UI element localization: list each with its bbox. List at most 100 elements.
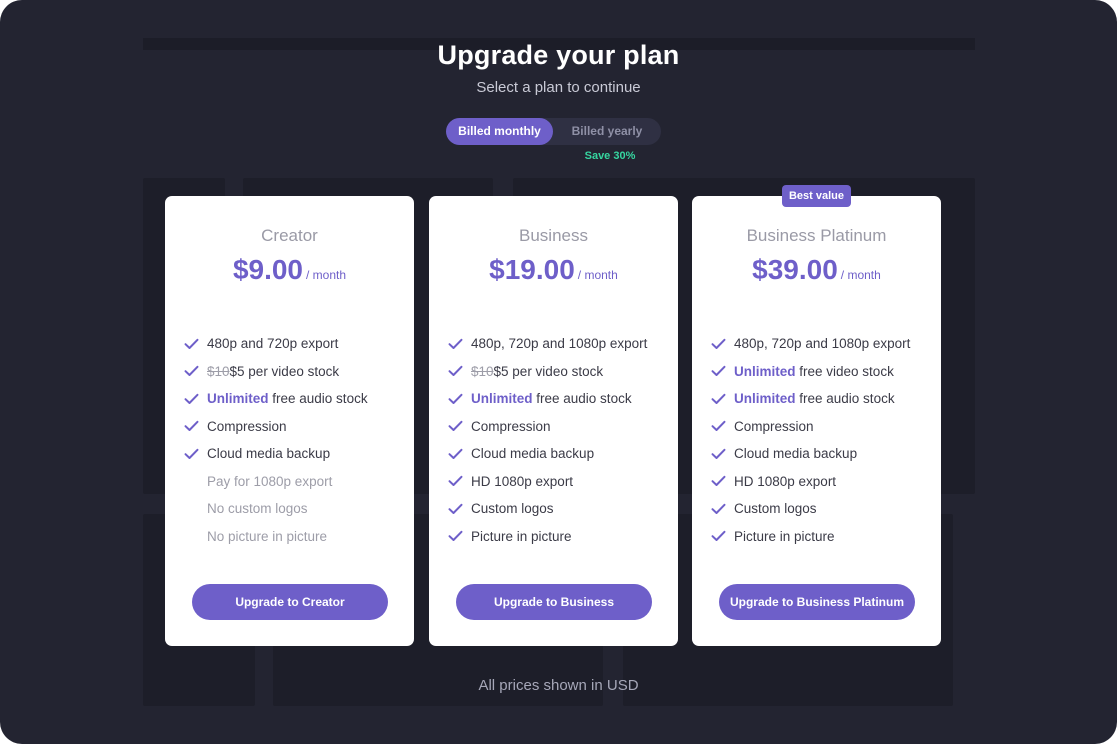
feature-text: free audio stock [532,391,632,407]
feature-item: Custom logos [710,495,935,523]
feature-item: 480p and 720p export [183,330,408,358]
best-value-badge: Best value [782,185,851,207]
feature-item: No picture in picture [183,523,408,551]
feature-text: No picture in picture [207,528,328,544]
feature-item: Compression [447,413,672,441]
feature-text: Compression [207,418,287,434]
check-icon [183,529,199,543]
check-icon [710,364,726,378]
feature-item: Picture in picture [710,523,935,551]
check-icon [447,447,463,461]
feature-item: Compression [710,413,935,441]
upgrade-to-business-button[interactable]: Upgrade to Business [456,584,652,620]
feature-text: Cloud media backup [207,446,331,462]
price-amount: $39.00 [752,254,838,285]
check-icon [710,474,726,488]
feature-item: Compression [183,413,408,441]
check-icon [183,447,199,461]
feature-text: Cloud media backup [471,446,595,462]
check-icon [447,392,463,406]
page-title: Upgrade your plan [437,40,680,70]
plan-name: Business Platinum [746,226,887,245]
plan-price: $9.00/ month [165,254,414,286]
feature-text: 480p and 720p export [207,336,339,352]
price-period: / month [577,268,618,282]
feature-text: Compression [471,418,551,434]
check-icon [183,502,199,516]
original-price: $10 [471,363,494,379]
feature-list: 480p and 720p export $10 $5 per video stoc… [183,330,408,550]
price-amount: $9.00 [232,254,304,285]
feature-item: $10 $5 per video stock [447,358,672,386]
feature-item: Custom logos [447,495,672,523]
feature-highlight: Unlimited [734,363,796,379]
check-icon [447,364,463,378]
feature-highlight: Unlimited [471,391,533,407]
feature-item: Unlimited free video stock [710,358,935,386]
feature-item: Cloud media backup [183,440,408,468]
upgrade-modal: Upgrade your plan Select a plan to conti… [0,0,1117,744]
check-icon [183,364,199,378]
check-icon [447,502,463,516]
feature-item: Picture in picture [447,523,672,551]
feature-item: $10 $5 per video stock [183,358,408,386]
feature-text: $5 per video stock [493,363,604,379]
save-note: Save 30% [584,150,636,162]
check-icon [710,447,726,461]
check-icon [710,419,726,433]
price-period: / month [306,268,347,282]
check-icon [710,392,726,406]
feature-text: free video stock [795,363,894,379]
check-icon [710,502,726,516]
check-icon [447,529,463,543]
check-icon [183,392,199,406]
feature-text: Picture in picture [471,528,572,544]
price-period: / month [840,268,881,282]
check-icon [183,474,199,488]
feature-text: Custom logos [734,501,817,517]
plan-name: Business [519,226,588,245]
plan-card-business: Business $19.00/ month 480p, 720p and 10… [429,196,678,646]
billed-monthly-option[interactable]: Billed monthly [446,118,553,145]
feature-item: Cloud media backup [447,440,672,468]
feature-item: Unlimited free audio stock [183,385,408,413]
plan-price: $19.00/ month [429,254,678,286]
feature-list: 480p, 720p and 1080p export Unlimited fre… [710,330,935,550]
currency-note: All prices shown in USD [478,677,639,694]
upgrade-to-creator-button[interactable]: Upgrade to Creator [192,584,388,620]
feature-text: 480p, 720p and 1080p export [734,336,911,352]
feature-item: 480p, 720p and 1080p export [447,330,672,358]
plan-card-creator: Creator $9.00/ month 480p and 720p expor… [165,196,414,646]
feature-text: 480p, 720p and 1080p export [471,336,648,352]
check-icon [183,337,199,351]
feature-text: No custom logos [207,501,308,517]
feature-text: Pay for 1080p export [207,473,333,489]
original-price: $10 [207,363,230,379]
feature-text: HD 1080p export [471,473,574,489]
plan-name: Creator [261,226,318,245]
feature-text: Custom logos [471,501,554,517]
feature-item: HD 1080p export [447,468,672,496]
page-subtitle: Select a plan to continue [476,79,641,96]
billed-yearly-option[interactable]: Billed yearly [553,118,661,145]
price-amount: $19.00 [489,254,575,285]
feature-item: 480p, 720p and 1080p export [710,330,935,358]
feature-item: Unlimited free audio stock [710,385,935,413]
feature-item: HD 1080p export [710,468,935,496]
check-icon [710,337,726,351]
feature-text: Picture in picture [734,528,835,544]
check-icon [447,419,463,433]
feature-text: $5 per video stock [229,363,340,379]
feature-item: Pay for 1080p export [183,468,408,496]
feature-text: free audio stock [795,391,895,407]
feature-highlight: Unlimited [207,391,269,407]
check-icon [183,419,199,433]
feature-text: HD 1080p export [734,473,837,489]
plan-price: $39.00/ month [692,254,941,286]
feature-list: 480p, 720p and 1080p export $10 $5 per vid… [447,330,672,550]
feature-text: Cloud media backup [734,446,858,462]
feature-item: Cloud media backup [710,440,935,468]
billing-toggle: Billed monthly Billed yearly [446,118,661,145]
upgrade-to-business-platinum-button[interactable]: Upgrade to Business Platinum [719,584,915,620]
feature-text: Compression [734,418,814,434]
